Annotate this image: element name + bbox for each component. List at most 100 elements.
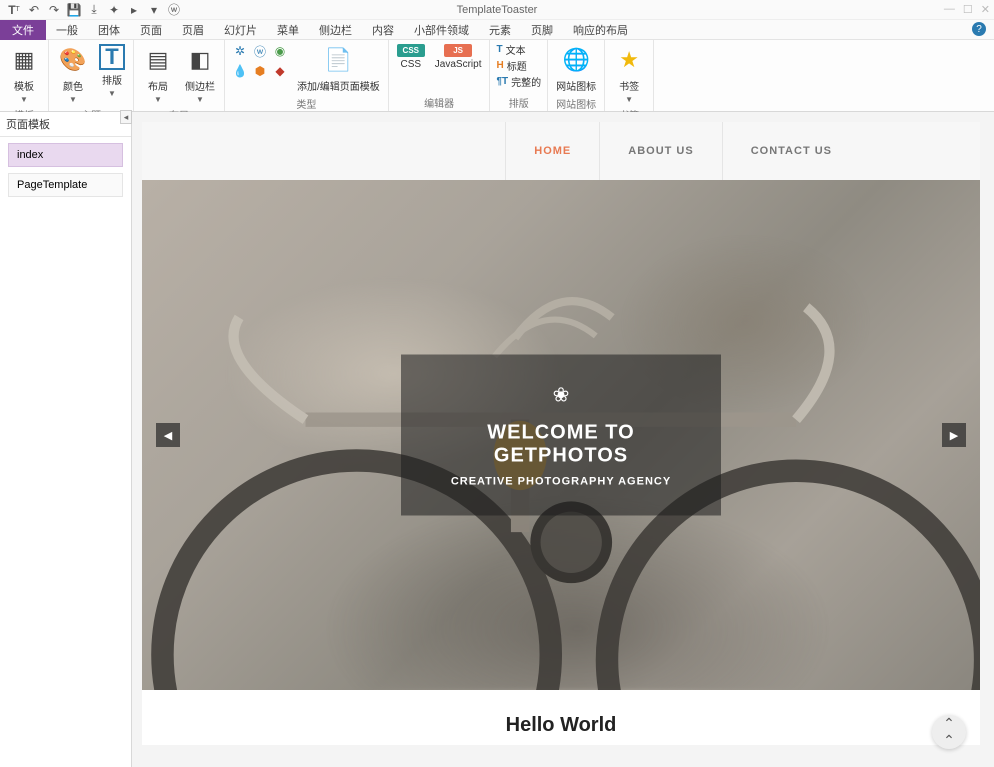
ribbon-group-template: ▦ 模板 ▼ 模板 <box>0 40 49 111</box>
layout-icon: ▤ <box>142 44 174 76</box>
ribbon-group-bookmark: ★ 书签 ▼ 书签 <box>605 40 654 111</box>
help-icon[interactable]: ? <box>972 22 986 36</box>
undo-icon[interactable]: ↶ <box>26 2 42 18</box>
tab-elements[interactable]: 元素 <box>479 19 521 41</box>
quick-access-toolbar: TT ↶ ↷ 💾 ⤓ ✦ ▸ ▾ ⓦ <box>0 2 182 18</box>
upload-icon[interactable]: ✦ <box>106 2 122 18</box>
template-page[interactable]: HOME ABOUT US CONTACT US <box>142 122 980 745</box>
ribbon-group-editor: CSS CSS JS JavaScript 编辑器 <box>389 40 491 111</box>
js-icon: JS <box>444 44 472 57</box>
tab-content[interactable]: 内容 <box>362 19 404 41</box>
ribbon: ▦ 模板 ▼ 模板 🎨 颜色 ▼ T 排版 ▼ 主题 ▤ 布局 <box>0 40 994 112</box>
cms-icon-grid: ✲ ⓦ ◉ 💧 ⬢ ◆ <box>231 42 289 80</box>
slider-prev-icon[interactable]: ◀ <box>156 423 180 447</box>
template-nav: HOME ABOUT US CONTACT US <box>142 122 980 180</box>
html5-icon[interactable]: ⬢ <box>251 62 269 80</box>
ribbon-group-label: 排版 <box>496 94 541 111</box>
bookmark-button[interactable]: ★ 书签 ▼ <box>611 42 647 106</box>
play-icon[interactable]: ▸ <box>126 2 142 18</box>
text-tool-icon[interactable]: TT <box>6 2 22 18</box>
redo-icon[interactable]: ↷ <box>46 2 62 18</box>
text-icon: T <box>496 44 502 55</box>
star-icon: ★ <box>613 44 645 76</box>
layout-button[interactable]: ▤ 布局 ▼ <box>140 42 176 106</box>
leaf-icon: ❀ <box>419 383 703 408</box>
hello-heading: Hello World <box>142 690 980 745</box>
hero-overlay: ❀ WELCOME TO GETPHOTOS CREATIVE PHOTOGRA… <box>401 355 721 516</box>
magento-icon[interactable]: ◆ <box>271 62 289 80</box>
download-icon[interactable]: ⤓ <box>86 2 102 18</box>
paragraph-icon: ¶T <box>496 76 508 87</box>
minimize-icon[interactable]: — <box>944 3 955 16</box>
chevron-down-icon: ▼ <box>154 95 162 104</box>
tab-group[interactable]: 团体 <box>88 19 130 41</box>
page-template-item-index[interactable]: index <box>8 143 123 167</box>
hero-subtitle: CREATIVE PHOTOGRAPHY AGENCY <box>419 476 703 488</box>
ribbon-group-typography: T文本 H标题 ¶T完整的 排版 <box>490 40 548 111</box>
sidebar-button[interactable]: ◧ 侧边栏 ▼ <box>182 42 218 106</box>
heading-option[interactable]: H标题 <box>496 58 541 73</box>
collapse-panel-icon[interactable]: ◂ <box>120 110 132 124</box>
tab-sidebar[interactable]: 侧边栏 <box>309 19 362 41</box>
maximize-icon[interactable]: ☐ <box>963 3 973 16</box>
typography-button[interactable]: T 排版 ▼ <box>97 42 127 100</box>
joomla-icon[interactable]: ✲ <box>231 42 249 60</box>
tab-general[interactable]: 一般 <box>46 19 88 41</box>
paragraph-option[interactable]: ¶T完整的 <box>496 74 541 89</box>
page-icon: 📄 <box>322 44 354 76</box>
chevron-down-icon: ▼ <box>196 95 204 104</box>
close-icon[interactable]: ✕ <box>981 3 990 16</box>
wordpress-icon[interactable]: ⓦ <box>166 2 182 18</box>
ribbon-group-label: 网站图标 <box>554 95 598 112</box>
ribbon-group-label: 类型 <box>231 95 382 112</box>
tab-header[interactable]: 页眉 <box>172 19 214 41</box>
window-controls: — ☐ ✕ <box>944 3 990 16</box>
add-edit-page-template-button[interactable]: 📄 添加/编辑页面模板 <box>295 42 382 95</box>
text-option[interactable]: T文本 <box>496 42 541 57</box>
ribbon-group-theme: 🎨 颜色 ▼ T 排版 ▼ 主题 <box>49 40 134 111</box>
javascript-button[interactable]: JS JavaScript <box>433 42 484 72</box>
panel-title: 页面模板 ◂ <box>0 112 131 137</box>
tab-slides[interactable]: 幻灯片 <box>214 19 267 41</box>
template-icon: ▦ <box>8 44 40 76</box>
menu-tabs: 文件 一般 团体 页面 页眉 幻灯片 菜单 侧边栏 内容 小部件领域 元素 页脚… <box>0 20 994 40</box>
dropdown-icon[interactable]: ▾ <box>146 2 162 18</box>
ribbon-group-favicon: 🌐 网站图标 网站图标 <box>548 40 605 111</box>
scroll-to-top-button[interactable]: ⌃⌃ <box>932 715 966 749</box>
slider-next-icon[interactable]: ▶ <box>942 423 966 447</box>
chevron-up-icon: ⌃⌃ <box>943 715 955 749</box>
virtuemart-icon[interactable]: ◉ <box>271 42 289 60</box>
save-icon[interactable]: 💾 <box>66 2 82 18</box>
page-templates-panel: 页面模板 ◂ index PageTemplate <box>0 112 132 767</box>
nav-contact[interactable]: CONTACT US <box>722 122 860 180</box>
chevron-down-icon: ▼ <box>108 89 116 98</box>
tab-footer[interactable]: 页脚 <box>521 19 563 41</box>
ribbon-group-label: 编辑器 <box>395 94 484 111</box>
globe-icon: 🌐 <box>560 44 592 76</box>
nav-home[interactable]: HOME <box>505 122 599 180</box>
template-button[interactable]: ▦ 模板 ▼ <box>6 42 42 106</box>
chevron-down-icon: ▼ <box>625 95 633 104</box>
favicon-button[interactable]: 🌐 网站图标 <box>554 42 598 95</box>
chevron-down-icon: ▼ <box>20 95 28 104</box>
design-canvas[interactable]: HOME ABOUT US CONTACT US <box>132 112 994 767</box>
title-bar: TT ↶ ↷ 💾 ⤓ ✦ ▸ ▾ ⓦ TemplateToaster — ☐ ✕ <box>0 0 994 20</box>
sidebar-icon: ◧ <box>184 44 216 76</box>
css-icon: CSS <box>397 44 425 57</box>
tab-menu[interactable]: 菜单 <box>267 19 309 41</box>
nav-about[interactable]: ABOUT US <box>599 122 721 180</box>
palette-icon: 🎨 <box>57 44 89 76</box>
font-icon: T <box>99 44 125 70</box>
css-button[interactable]: CSS CSS <box>395 42 427 72</box>
tab-widgets[interactable]: 小部件领域 <box>404 19 479 41</box>
ribbon-group-type: ✲ ⓦ ◉ 💧 ⬢ ◆ 📄 添加/编辑页面模板 类型 <box>225 40 389 111</box>
tab-responsive[interactable]: 响应的布局 <box>563 19 638 41</box>
wordpress-icon[interactable]: ⓦ <box>251 42 269 60</box>
page-template-item-pagetemplate[interactable]: PageTemplate <box>8 173 123 197</box>
file-tab[interactable]: 文件 <box>0 20 46 40</box>
tab-page[interactable]: 页面 <box>130 19 172 41</box>
color-button[interactable]: 🎨 颜色 ▼ <box>55 42 91 106</box>
chevron-down-icon: ▼ <box>69 95 77 104</box>
hero-slider[interactable]: ◀ ▶ ❀ WELCOME TO GETPHOTOS CREATIVE PHOT… <box>142 180 980 690</box>
drupal-icon[interactable]: 💧 <box>231 62 249 80</box>
